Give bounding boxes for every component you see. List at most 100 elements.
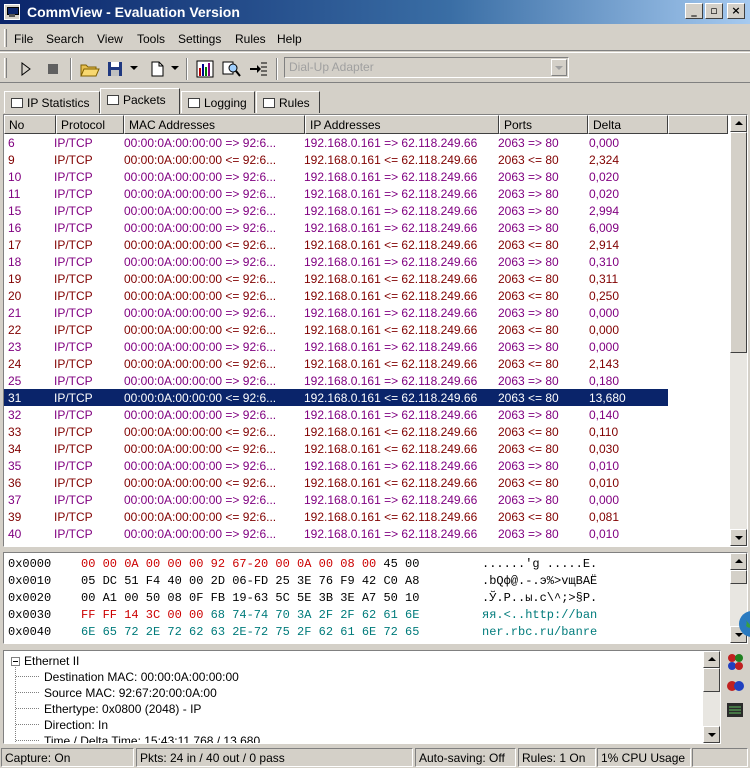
cell-delta: 0,081 (589, 510, 620, 524)
expand-all-icon[interactable] (725, 652, 745, 672)
hex-ascii: ner.rbc.ru/banre (482, 625, 598, 639)
toolbar-grip[interactable] (4, 58, 7, 78)
start-capture-button[interactable] (14, 58, 36, 80)
title-bar[interactable]: CommView - Evaluation Version _ ▫ × (0, 0, 750, 24)
table-row[interactable]: 17 IP/TCP 00:00:0A:00:00:00 <= 92:6... 192.… (4, 236, 668, 253)
packet-details-tree[interactable]: Ethernet II Destination MAC: 00:00:0A:00… (3, 650, 721, 744)
table-row[interactable]: 10 IP/TCP 00:00:0A:00:00:00 => 92:6... 192.… (4, 168, 668, 185)
statistics-button[interactable] (194, 58, 216, 80)
tree-item[interactable]: Source MAC: 92:67:20:00:0A:00 (44, 686, 217, 700)
tree-item[interactable]: Destination MAC: 00:00:0A:00:00:00 (44, 670, 239, 684)
menu-help[interactable]: Help (277, 32, 302, 46)
chevron-down-icon[interactable] (551, 59, 567, 76)
table-row[interactable]: 23 IP/TCP 00:00:0A:00:00:00 => 92:6... 192.… (4, 338, 668, 355)
cell-protocol: IP/TCP (54, 408, 93, 422)
table-row[interactable]: 6 IP/TCP 00:00:0A:00:00:00 => 92:6... 192.1… (4, 134, 668, 151)
cell-no: 16 (8, 221, 22, 235)
cell-delta: 0,000 (589, 136, 620, 150)
menu-settings[interactable]: Settings (178, 32, 221, 46)
search-packets-button[interactable] (220, 58, 242, 80)
table-row[interactable]: 39 IP/TCP 00:00:0A:00:00:00 <= 92:6... 192.… (4, 508, 668, 525)
maximize-button[interactable]: ▫ (705, 3, 723, 19)
cell-ip: 192.168.0.161 <= 62.118.249.66 (304, 425, 478, 439)
table-row[interactable]: 21 IP/TCP 00:00:0A:00:00:00 => 92:6... 192.… (4, 304, 668, 321)
table-row-selected[interactable]: 31 IP/TCP 00:00:0A:00:00:00 <= 92:6... 192.… (4, 389, 668, 406)
cell-no: 37 (8, 493, 22, 507)
cell-ports: 2063 => 80 (498, 493, 559, 507)
scroll-down-button[interactable] (703, 726, 720, 743)
details-scrollbar[interactable] (703, 651, 720, 743)
cell-mac: 00:00:0A:00:00:00 => 92:6... (124, 527, 277, 541)
toolbar-separator (186, 58, 188, 80)
table-row[interactable]: 40 IP/TCP 00:00:0A:00:00:00 => 92:6... 192.… (4, 525, 668, 542)
table-row[interactable]: 24 IP/TCP 00:00:0A:00:00:00 <= 92:6... 192.… (4, 355, 668, 372)
hex-dump-panel[interactable]: 0x0000 00 00 0A 00 00 00 92 67-20 00 0A 0… (3, 552, 748, 644)
new-button[interactable] (146, 58, 168, 80)
tree-item[interactable]: Ethertype: 0x0800 (2048) - IP (44, 702, 201, 716)
new-dropdown-arrow[interactable] (171, 66, 179, 70)
cell-ip: 192.168.0.161 <= 62.118.249.66 (304, 238, 478, 252)
minimize-button[interactable]: _ (685, 3, 703, 19)
cell-mac: 00:00:0A:00:00:00 => 92:6... (124, 493, 277, 507)
cell-mac: 00:00:0A:00:00:00 => 92:6... (124, 204, 277, 218)
table-row[interactable]: 33 IP/TCP 00:00:0A:00:00:00 <= 92:6... 192.… (4, 423, 668, 440)
collapse-all-icon[interactable] (725, 676, 745, 696)
hex-bytes: 68 74-74 70 3A 2F 2F 62 61 6E (210, 608, 420, 622)
cell-no: 35 (8, 459, 22, 473)
table-row[interactable]: 37 IP/TCP 00:00:0A:00:00:00 => 92:6... 192.… (4, 491, 668, 508)
scroll-thumb[interactable] (703, 668, 720, 692)
adapter-select[interactable]: Dial-Up Adapter (284, 57, 569, 78)
table-row[interactable]: 25 IP/TCP 00:00:0A:00:00:00 => 92:6... 192.… (4, 372, 668, 389)
list-view-icon[interactable] (725, 700, 745, 720)
scroll-up-button[interactable] (730, 115, 747, 132)
menu-rules[interactable]: Rules (235, 32, 266, 46)
tab-rules[interactable]: Rules (256, 91, 320, 113)
open-button[interactable] (78, 58, 100, 80)
table-row[interactable]: 36 IP/TCP 00:00:0A:00:00:00 <= 92:6... 192.… (4, 474, 668, 491)
log-button[interactable] (247, 58, 269, 80)
tab-logging[interactable]: Logging (181, 91, 255, 113)
column-header-ports[interactable]: Ports (499, 115, 588, 134)
cell-delta: 0,311 (589, 272, 619, 286)
table-row[interactable]: 32 IP/TCP 00:00:0A:00:00:00 => 92:6... 192.… (4, 406, 668, 423)
column-header-mac[interactable]: MAC Addresses (124, 115, 305, 134)
scroll-thumb[interactable] (730, 570, 747, 584)
table-row[interactable]: 18 IP/TCP 00:00:0A:00:00:00 => 92:6... 192.… (4, 253, 668, 270)
menu-search[interactable]: Search (46, 32, 84, 46)
save-dropdown-arrow[interactable] (130, 66, 138, 70)
close-button[interactable]: × (727, 3, 745, 19)
table-row[interactable]: 11 IP/TCP 00:00:0A:00:00:00 => 92:6... 192.… (4, 185, 668, 202)
app-icon[interactable] (4, 4, 20, 20)
menubar-grip[interactable] (4, 29, 7, 47)
table-row[interactable]: 9 IP/TCP 00:00:0A:00:00:00 <= 92:6... 192.1… (4, 151, 668, 168)
packet-list-scrollbar[interactable] (730, 115, 747, 546)
tab-ip-statistics[interactable]: IP Statistics (4, 91, 100, 113)
column-header-no[interactable]: No (4, 115, 56, 134)
scroll-thumb[interactable] (730, 132, 747, 353)
tab-packets[interactable]: Packets (100, 88, 180, 114)
scroll-down-button[interactable] (730, 529, 747, 546)
menu-view[interactable]: View (97, 32, 123, 46)
column-header-ip[interactable]: IP Addresses (305, 115, 499, 134)
cell-no: 24 (8, 357, 22, 371)
table-row[interactable]: 15 IP/TCP 00:00:0A:00:00:00 => 92:6... 192.… (4, 202, 668, 219)
tree-root-ethernet[interactable]: Ethernet II (24, 654, 79, 668)
scroll-up-button[interactable] (703, 651, 720, 668)
table-row[interactable]: 22 IP/TCP 00:00:0A:00:00:00 <= 92:6... 192.… (4, 321, 668, 338)
table-row[interactable]: 20 IP/TCP 00:00:0A:00:00:00 <= 92:6... 192.… (4, 287, 668, 304)
tree-item[interactable]: Direction: In (44, 718, 108, 732)
column-header-protocol[interactable]: Protocol (56, 115, 124, 134)
menu-tools[interactable]: Tools (137, 32, 165, 46)
table-row[interactable]: 19 IP/TCP 00:00:0A:00:00:00 <= 92:6... 192.… (4, 270, 668, 287)
table-row[interactable]: 35 IP/TCP 00:00:0A:00:00:00 => 92:6... 192.… (4, 457, 668, 474)
stop-capture-button[interactable] (42, 58, 64, 80)
packet-list[interactable]: No Protocol MAC Addresses IP Addresses P… (3, 114, 748, 547)
cell-protocol: IP/TCP (54, 476, 93, 490)
scroll-up-button[interactable] (730, 553, 747, 570)
menu-file[interactable]: File (14, 32, 33, 46)
tree-item[interactable]: Time / Delta Time: 15:43:11.768 / 13.680 (44, 734, 260, 743)
column-header-delta[interactable]: Delta (588, 115, 668, 134)
save-button[interactable] (104, 58, 126, 80)
table-row[interactable]: 34 IP/TCP 00:00:0A:00:00:00 <= 92:6... 192.… (4, 440, 668, 457)
table-row[interactable]: 16 IP/TCP 00:00:0A:00:00:00 => 92:6... 192.… (4, 219, 668, 236)
